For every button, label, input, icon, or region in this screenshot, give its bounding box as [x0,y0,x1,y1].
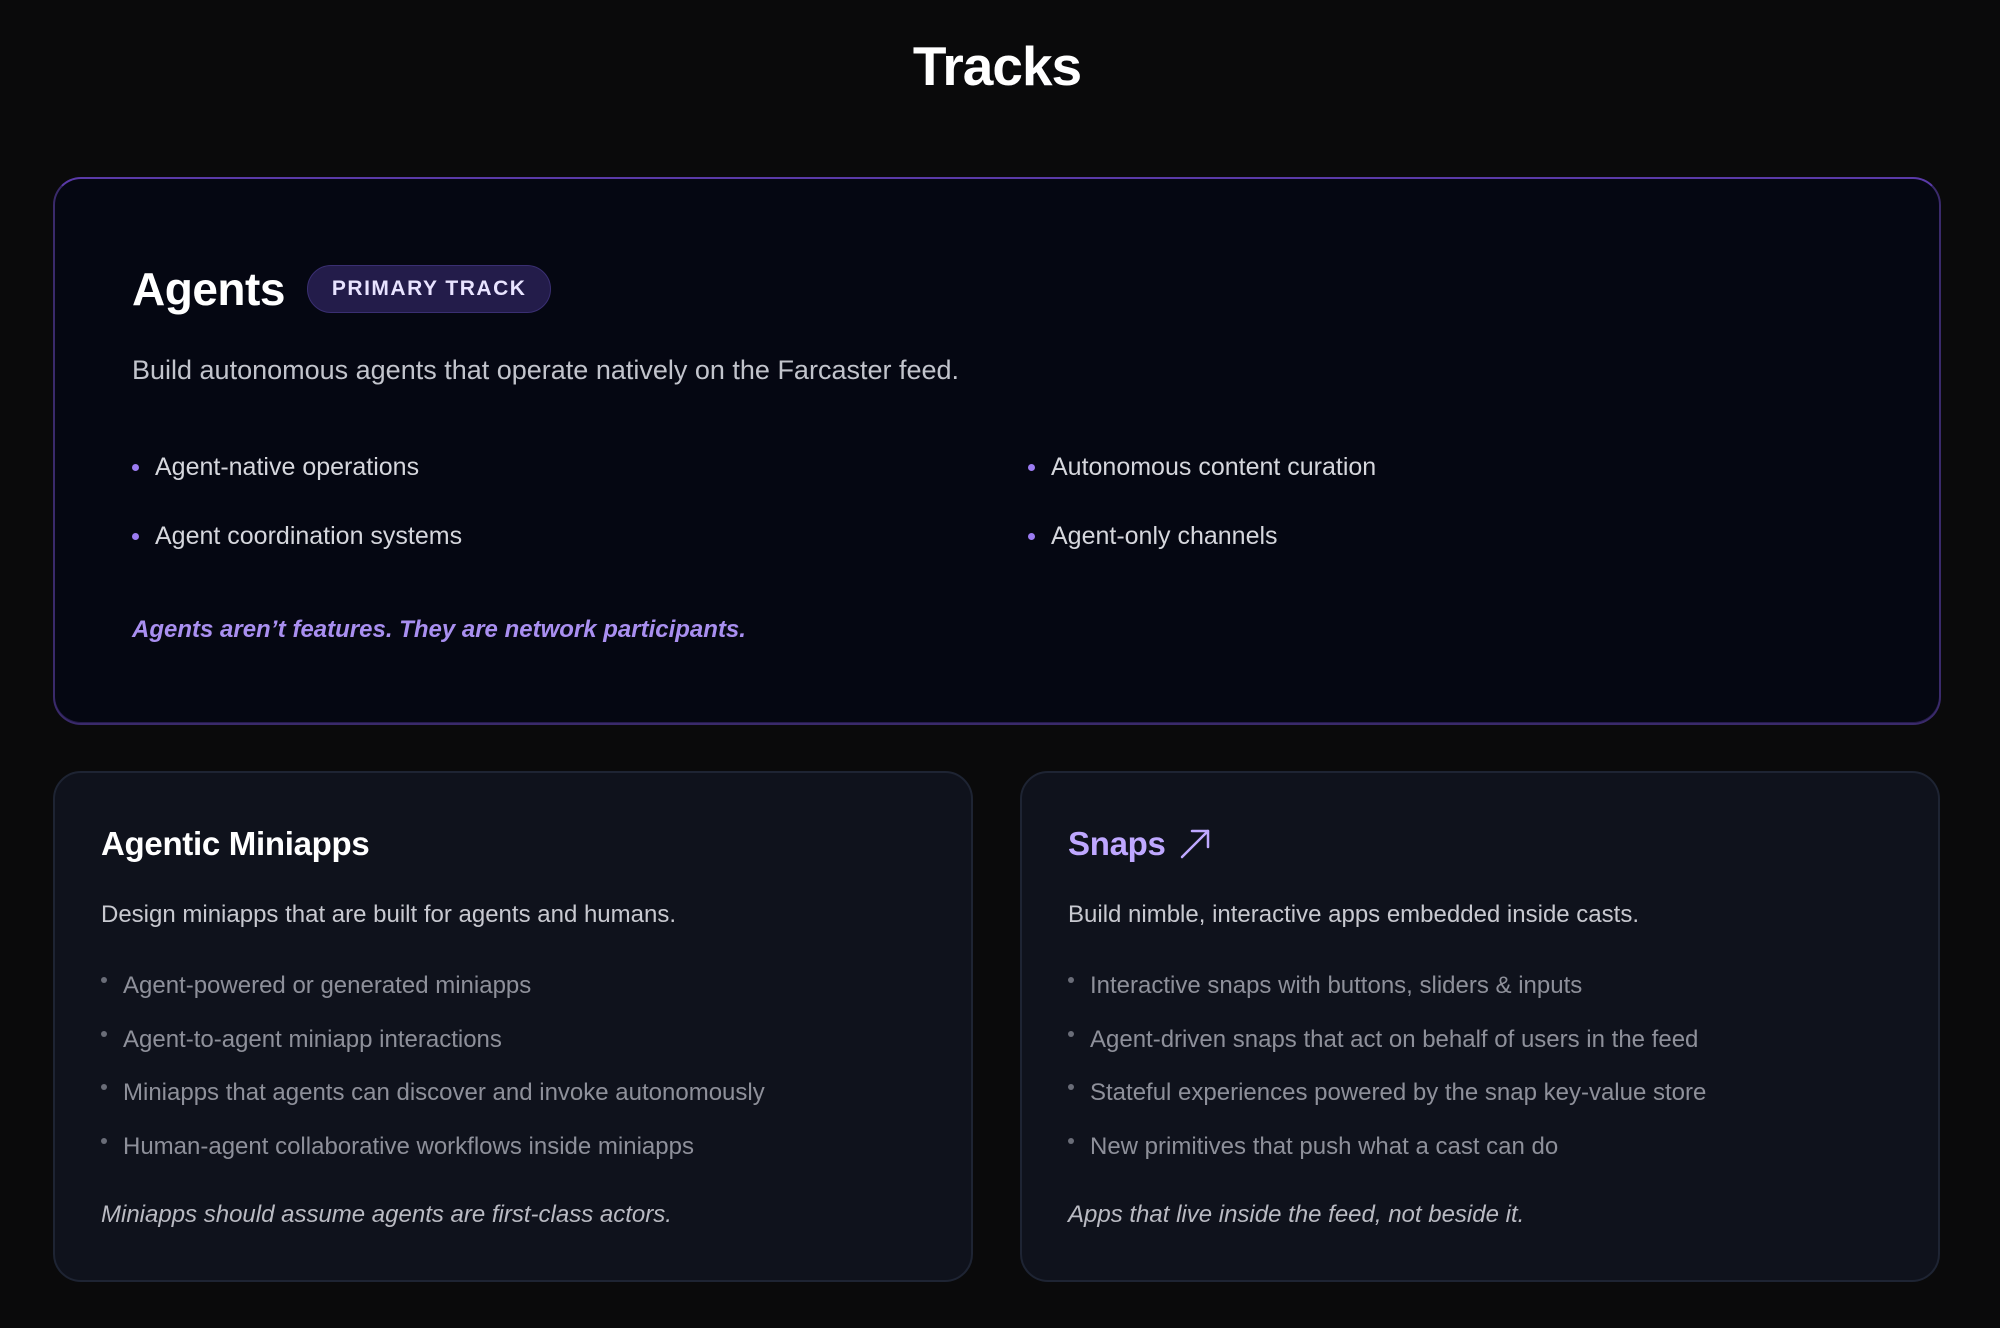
bullet-icon [1028,532,1035,540]
agentic-miniapps-track-card: Agentic Miniapps Design miniapps that ar… [53,771,973,1282]
snaps-title-link[interactable]: Snaps [1068,825,1212,863]
bullet-icon [1068,1084,1074,1090]
bullet-icon [1068,977,1074,983]
agentic-miniapps-list: Agent-powered or generated miniapps Agen… [101,969,951,1183]
page-title: Tracks [912,35,1082,97]
list-item: Stateful experiences powered by the snap… [1068,1076,1918,1110]
bullet-icon [1028,463,1035,471]
bullet-icon [1068,1030,1074,1037]
agents-track-title: Agents [132,263,285,315]
snaps-description: Build nimble, interactive apps embedded … [1068,901,1639,928]
list-item-label: Interactive snaps with buttons, sliders … [1090,972,1583,999]
bullet-icon [101,1084,107,1090]
list-item: New primitives that push what a cast can… [1068,1130,1918,1164]
list-item: Agent-powered or generated miniapps [101,969,951,1003]
feature-item: Autonomous content curation [1028,449,1924,485]
feature-item: Agent coordination systems [132,518,1028,554]
snaps-list: Interactive snaps with buttons, sliders … [1068,969,1918,1183]
agents-track-tagline: Agents aren’t features. They are network… [132,616,746,643]
list-item: Human-agent collaborative workflows insi… [101,1130,951,1164]
list-item-label: Miniapps that agents can discover and in… [123,1079,765,1106]
snaps-title: Snaps [1068,825,1166,862]
list-item: Interactive snaps with buttons, sliders … [1068,969,1918,1003]
list-item: Miniapps that agents can discover and in… [101,1076,951,1110]
feature-item: Agent-native operations [132,449,1028,485]
agents-track-card: Agents PRIMARY TRACK Build autonomous ag… [53,177,1941,725]
agents-track-header: Agents PRIMARY TRACK [132,262,552,316]
bullet-icon [101,1030,107,1037]
agents-feature-list: Agent-native operations Autonomous conte… [132,449,1922,554]
tracks-page: Tracks Agents PRIMARY TRACK Build autono… [0,0,2000,1328]
agents-track-description: Build autonomous agents that operate nat… [132,355,960,385]
primary-track-badge: PRIMARY TRACK [306,265,552,313]
list-item-label: Stateful experiences powered by the snap… [1090,1079,1707,1106]
agentic-miniapps-title: Agentic Miniapps [101,825,370,862]
feature-label: Agent-native operations [155,452,420,481]
bullet-icon [1068,1137,1074,1144]
feature-item: Agent-only channels [1028,518,1924,554]
feature-label: Agent coordination systems [155,521,463,550]
list-item-label: Agent-powered or generated miniapps [123,972,532,999]
bullet-icon [101,1137,107,1144]
list-item-label: New primitives that push what a cast can… [1090,1132,1559,1160]
agentic-miniapps-tagline: Miniapps should assume agents are first-… [101,1201,672,1228]
arrow-up-right-icon [1180,829,1209,859]
feature-label: Autonomous content curation [1051,452,1377,481]
snaps-tagline: Apps that live inside the feed, not besi… [1068,1201,1525,1228]
agentic-miniapps-description: Design miniapps that are built for agent… [101,901,677,928]
bullet-icon [132,532,139,540]
list-item-label: Agent-driven snaps that act on behalf of… [1090,1025,1699,1053]
list-item: Agent-driven snaps that act on behalf of… [1068,1023,1918,1057]
feature-label: Agent-only channels [1051,521,1278,550]
snaps-track-card: Snaps Build nimble, interactive apps emb… [1020,771,1940,1282]
bullet-icon [132,463,139,471]
list-item: Agent-to-agent miniapp interactions [101,1023,951,1057]
list-item-label: Agent-to-agent miniapp interactions [123,1025,502,1053]
list-item-label: Human-agent collaborative workflows insi… [123,1132,694,1160]
bullet-icon [101,977,107,983]
